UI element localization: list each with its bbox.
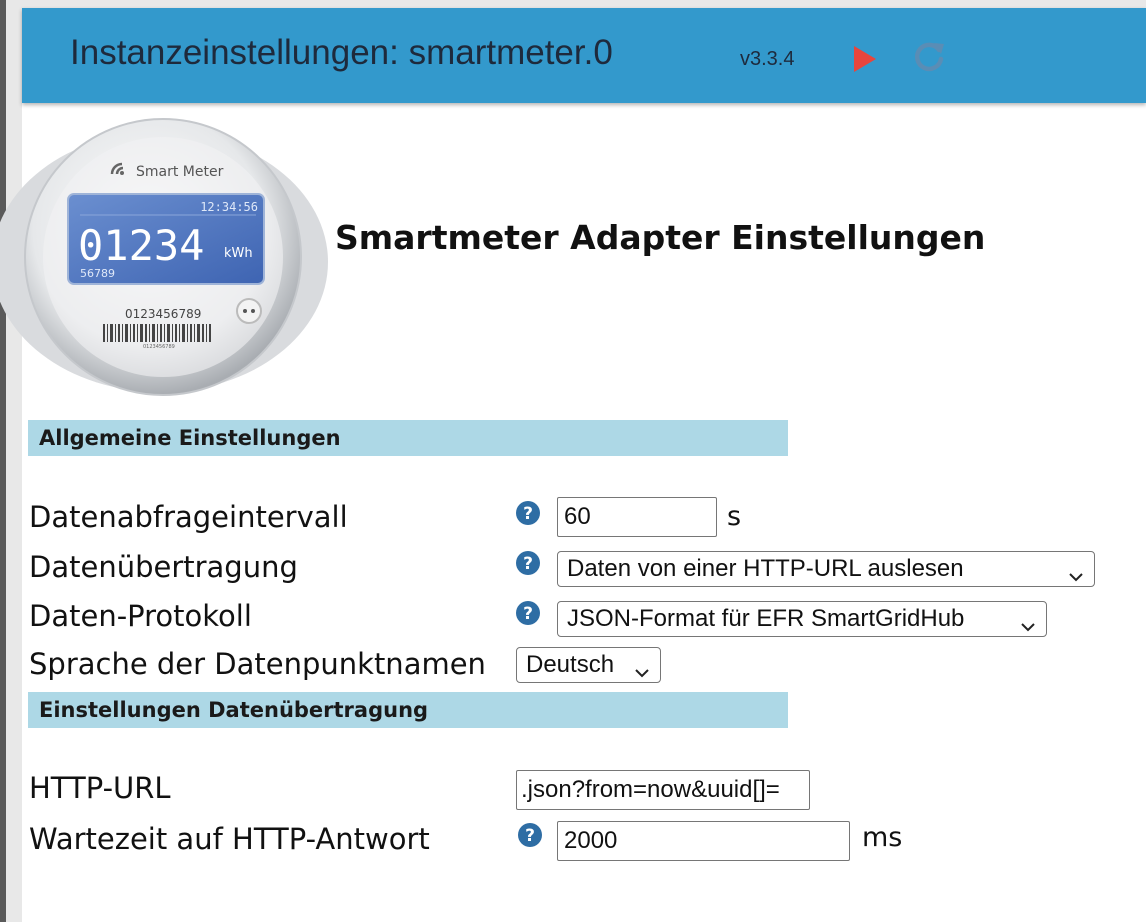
interval-input[interactable]: 60 [557, 497, 717, 537]
section-header-transfer: Einstellungen Datenübertragung [28, 692, 788, 728]
help-icon[interactable]: ? [515, 500, 541, 530]
logo-time-text: 12:34:56 [200, 200, 258, 214]
timeout-unit: ms [862, 822, 903, 853]
logo-reading-text: 01234 [78, 221, 204, 270]
help-icon[interactable]: ? [515, 550, 541, 580]
chevron-down-icon [1020, 612, 1036, 640]
label-url: HTTP-URL [29, 771, 171, 805]
svg-text:?: ? [523, 604, 533, 624]
label-interval: Datenabfrageintervall [29, 500, 348, 534]
chevron-down-icon [1068, 562, 1084, 590]
protocol-select[interactable]: JSON-Format für EFR SmartGridHub [557, 601, 1047, 637]
window-top-gutter [6, 0, 1146, 8]
logo-sub-text: 56789 [80, 267, 115, 280]
header-bar: Instanzeinstellungen: smartmeter.0 v3.3.… [22, 8, 1146, 103]
logo-barcode-text: 0123456789 [143, 344, 175, 350]
timeout-input[interactable]: 2000 [557, 821, 850, 861]
transfer-select-value: Daten von einer HTTP-URL auslesen [567, 555, 964, 582]
svg-text:?: ? [523, 554, 533, 574]
logo-brand-text: Smart Meter [136, 164, 224, 180]
play-icon[interactable] [852, 45, 878, 77]
version-label: v3.3.4 [740, 48, 795, 70]
chevron-down-icon [634, 658, 650, 686]
language-select-value: Deutsch [526, 651, 615, 678]
logo-unit-text: kWh [224, 246, 253, 261]
svg-text:?: ? [523, 504, 533, 524]
help-icon[interactable]: ? [515, 600, 541, 630]
section-header-general: Allgemeine Einstellungen [28, 420, 788, 456]
page-title: Smartmeter Adapter Einstellungen [335, 218, 986, 257]
header-title: Instanzeinstellungen: smartmeter.0 [70, 33, 613, 72]
url-input[interactable]: .json?from=now&uuid[]= [516, 770, 810, 810]
interval-unit: s [727, 501, 742, 532]
logo-serial-text: 0123456789 [125, 307, 201, 321]
protocol-select-value: JSON-Format für EFR SmartGridHub [567, 605, 965, 632]
transfer-select[interactable]: Daten von einer HTTP-URL auslesen [557, 551, 1095, 587]
label-protocol: Daten-Protokoll [29, 599, 252, 633]
smartmeter-logo: Smart Meter 12:34:56 01234 kWh 56789 012… [0, 112, 330, 401]
svg-text:?: ? [525, 826, 535, 846]
label-timeout: Wartezeit auf HTTP-Antwort [29, 822, 430, 856]
label-transfer: Datenübertragung [29, 550, 298, 584]
help-icon[interactable]: ? [517, 822, 543, 852]
reload-icon[interactable] [911, 39, 947, 79]
language-select[interactable]: Deutsch [516, 647, 661, 683]
label-language: Sprache der Datenpunktnamen [29, 647, 486, 681]
